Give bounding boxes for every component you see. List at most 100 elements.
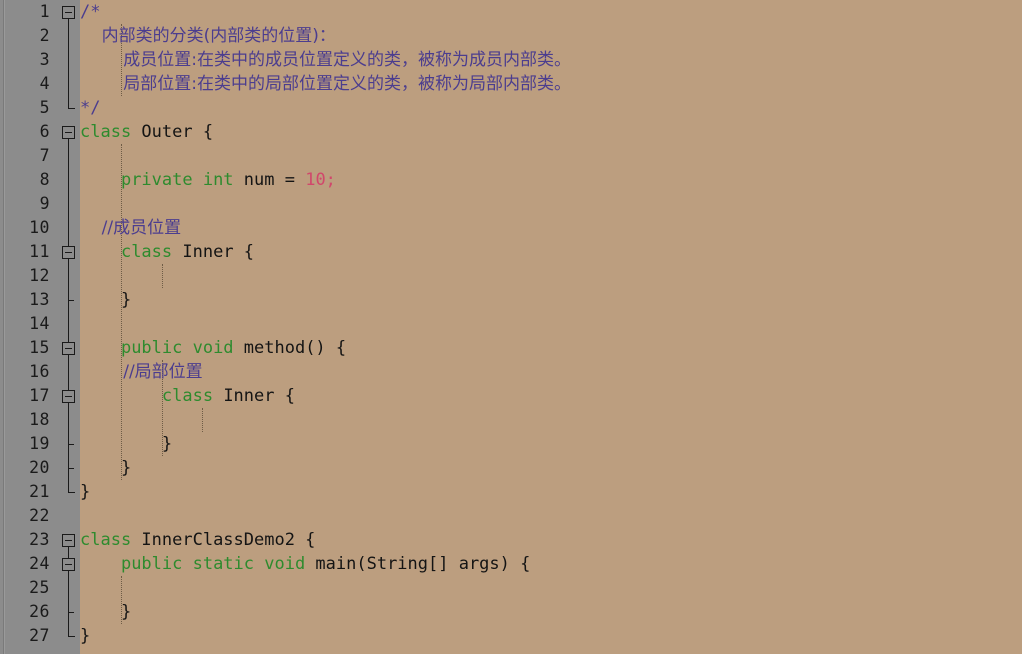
code-line[interactable]: } — [80, 432, 172, 456]
code-token-kw: public void — [120, 338, 234, 358]
code-token-kw: class — [161, 386, 214, 406]
line-number-gutter[interactable]: 1 2 3 4 5 6 7 8 9 10 11 12 13 14 15 16 17 18 19 20 21 22 23 24 2… — [0, 0, 58, 654]
code-line[interactable]: class InnerClassDemo2 { — [80, 528, 315, 552]
code-token-comment: 成员位置:在类中的成员位置定义的类，被称为成员内部类。 — [80, 50, 571, 70]
code-token-kw: class — [120, 242, 173, 262]
line-number: 24 — [29, 554, 50, 573]
code-token-comment: //局部位置 — [80, 362, 203, 382]
fold-region-end-comment — [68, 108, 75, 109]
line-number: 17 — [29, 386, 50, 405]
code-line[interactable]: } — [80, 600, 131, 624]
code-token-plain: method() { — [233, 338, 347, 358]
indent-guide-local-inner — [202, 408, 204, 432]
code-line[interactable]: 局部位置:在类中的局部位置定义的类，被称为局部内部类。 — [80, 72, 571, 96]
code-token-plain: num = — [233, 170, 306, 190]
code-line[interactable]: //局部位置 — [80, 360, 203, 384]
fold-connector-line — [68, 396, 69, 444]
code-line[interactable]: /* — [80, 0, 100, 24]
line-number: 4 — [39, 74, 50, 93]
code-line[interactable]: private int num = 10; — [80, 168, 336, 192]
line-number: 27 — [29, 626, 50, 645]
code-token-comment: */ — [80, 98, 101, 118]
code-token-comment: 局部位置:在类中的局部位置定义的类，被称为局部内部类。 — [80, 74, 571, 94]
fold-marker-main-method[interactable] — [62, 557, 75, 571]
code-token-plain: } — [80, 602, 132, 622]
indent-guide-outer-body — [120, 144, 123, 480]
fold-marker-block-comment[interactable] — [62, 5, 75, 19]
line-number: 3 — [39, 50, 50, 69]
fold-connector-line — [68, 564, 69, 612]
code-token-plain: } — [80, 482, 91, 502]
fold-connector-line — [68, 252, 69, 300]
line-number: 9 — [39, 194, 50, 213]
fold-region-end-local — [68, 444, 74, 445]
code-line[interactable]: public void method() { — [80, 336, 346, 360]
code-folding-column[interactable] — [58, 0, 80, 654]
indent-guide-inner-body — [161, 264, 164, 288]
line-number: 13 — [29, 290, 50, 309]
line-number: 15 — [29, 338, 50, 357]
gutter-left-highlight — [4, 0, 5, 654]
code-line[interactable]: } — [80, 624, 90, 648]
line-number: 8 — [39, 170, 50, 189]
code-line[interactable]: } — [80, 480, 90, 504]
line-number: 10 — [29, 218, 50, 237]
code-line[interactable]: } — [80, 456, 131, 480]
code-content-area[interactable]: /* 内部类的分类(内部类的位置)： 成员位置:在类中的成员位置定义的类，被称为… — [80, 0, 1022, 654]
code-token-plain: } — [80, 458, 132, 478]
code-token-kw: class — [80, 530, 132, 550]
fold-region-end-demo — [68, 636, 75, 637]
line-number: 20 — [29, 458, 50, 477]
code-line[interactable]: class Outer { — [80, 120, 213, 144]
code-token-plain: } — [80, 434, 173, 454]
fold-region-end-main — [68, 612, 74, 613]
code-token-plain: main(String[] args) { — [305, 554, 531, 574]
code-line[interactable]: 内部类的分类(内部类的位置)： — [80, 24, 336, 48]
fold-connector-line — [68, 12, 69, 108]
code-token-plain: InnerClassDemo2 { — [131, 530, 316, 550]
fold-marker-class-inner[interactable] — [62, 245, 75, 259]
code-token-comment: 内部类的分类(内部类的位置)： — [80, 26, 336, 46]
code-line[interactable]: 成员位置:在类中的成员位置定义的类，被称为成员内部类。 — [80, 48, 571, 72]
code-token-plain: } — [80, 290, 132, 310]
code-token-comment: /* — [80, 2, 101, 22]
line-number: 22 — [29, 506, 50, 525]
code-token-plain: } — [80, 626, 91, 646]
code-token-plain: Outer { — [131, 122, 214, 142]
line-number: 21 — [29, 482, 50, 501]
fold-region-end-inner — [68, 300, 74, 301]
line-number: 23 — [29, 530, 50, 549]
code-token-kw: public static void — [120, 554, 306, 574]
fold-marker-local-inner[interactable] — [62, 389, 75, 403]
fold-region-end-method — [68, 468, 74, 469]
line-number: 7 — [39, 146, 50, 165]
code-line[interactable]: } — [80, 288, 131, 312]
code-line[interactable]: //成员位置 — [80, 216, 181, 240]
code-editor[interactable]: 1 2 3 4 5 6 7 8 9 10 11 12 13 14 15 16 17 18 19 20 21 22 23 24 2… — [0, 0, 1022, 654]
code-token-comment: //成员位置 — [80, 218, 182, 238]
line-number: 25 — [29, 578, 50, 597]
line-number: 6 — [39, 122, 50, 141]
code-token-plain: Inner { — [213, 386, 295, 406]
code-token-kw: class — [80, 122, 132, 142]
fold-marker-method[interactable] — [62, 341, 75, 355]
code-token-kw: private int — [120, 170, 234, 190]
line-number: 16 — [29, 362, 50, 381]
line-number: 12 — [29, 266, 50, 285]
code-token-plain: Inner { — [172, 242, 255, 262]
code-line[interactable]: */ — [80, 96, 100, 120]
fold-marker-class-demo[interactable] — [62, 533, 75, 547]
line-number: 1 — [39, 2, 50, 21]
line-number: 19 — [29, 434, 50, 453]
line-number: 11 — [29, 242, 50, 261]
line-number: 26 — [29, 602, 50, 621]
code-line[interactable]: class Inner { — [80, 384, 295, 408]
code-line[interactable]: class Inner { — [80, 240, 254, 264]
code-line[interactable]: public static void main(String[] args) { — [80, 552, 530, 576]
fold-marker-class-outer[interactable] — [62, 125, 75, 139]
